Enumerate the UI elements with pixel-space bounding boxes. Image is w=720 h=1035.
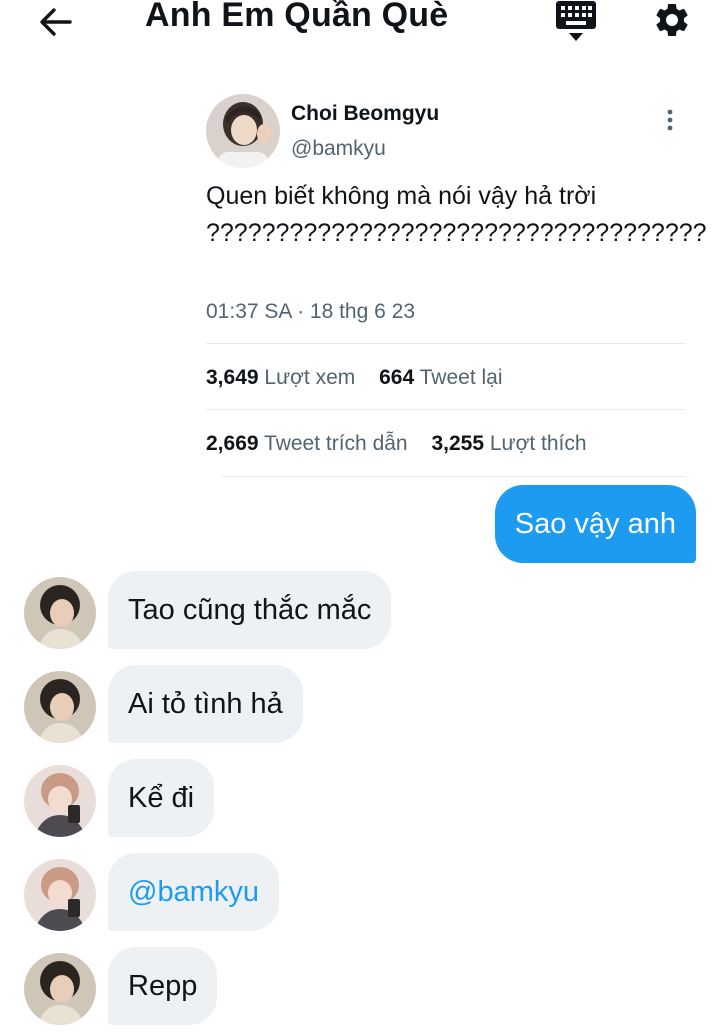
quotes-stat[interactable]: 2,669 Tweet trích dẫn xyxy=(206,432,408,456)
sender-avatar[interactable] xyxy=(24,671,96,743)
retweets-stat[interactable]: 664 Tweet lại xyxy=(379,366,502,390)
views-stat[interactable]: 3,649 Lượt xem xyxy=(206,366,355,390)
user-mention-link[interactable]: @bamkyu xyxy=(128,876,259,909)
incoming-message-bubble[interactable]: Repp xyxy=(108,947,218,1025)
more-options-icon[interactable] xyxy=(660,108,680,132)
tweet-divider xyxy=(222,476,686,477)
sender-avatar[interactable] xyxy=(24,953,96,1025)
tweet-author-avatar[interactable] xyxy=(206,94,280,168)
incoming-message-bubble[interactable]: Ai tỏ tình hả xyxy=(108,665,303,743)
tweet-author-name[interactable]: Choi Beomgyu xyxy=(291,102,439,126)
tweet-divider xyxy=(206,343,686,344)
outgoing-message-bubble[interactable]: Sao vậy anh xyxy=(494,485,696,563)
keyboard-icon[interactable] xyxy=(555,0,597,44)
incoming-message-bubble[interactable]: Kể đi xyxy=(108,759,215,837)
sender-avatar[interactable] xyxy=(24,577,96,649)
arrow-left-icon[interactable] xyxy=(36,2,76,42)
tweet-author-handle[interactable]: @bamkyu xyxy=(291,137,386,161)
tweet-timestamp[interactable]: 01:37 SA · 18 thg 6 23 xyxy=(206,300,415,324)
incoming-message-bubble[interactable]: @bamkyu xyxy=(108,853,279,931)
tweet-text: Quen biết không mà nói vậy hả trời ?????… xyxy=(206,182,707,247)
tweet-divider xyxy=(206,409,686,410)
tweet-stats-row-1: 3,649 Lượt xem 664 Tweet lại xyxy=(206,366,521,390)
gear-icon[interactable] xyxy=(651,0,693,40)
sender-avatar[interactable] xyxy=(24,765,96,837)
conversation-title: Anh Em Quần Què xyxy=(145,0,449,34)
likes-stat[interactable]: 3,255 Lượt thích xyxy=(431,432,586,456)
sender-avatar[interactable] xyxy=(24,859,96,931)
tweet-stats-row-2: 2,669 Tweet trích dẫn 3,255 Lượt thích xyxy=(206,432,605,456)
incoming-message-bubble[interactable]: Tao cũng thắc mắc xyxy=(108,571,392,649)
